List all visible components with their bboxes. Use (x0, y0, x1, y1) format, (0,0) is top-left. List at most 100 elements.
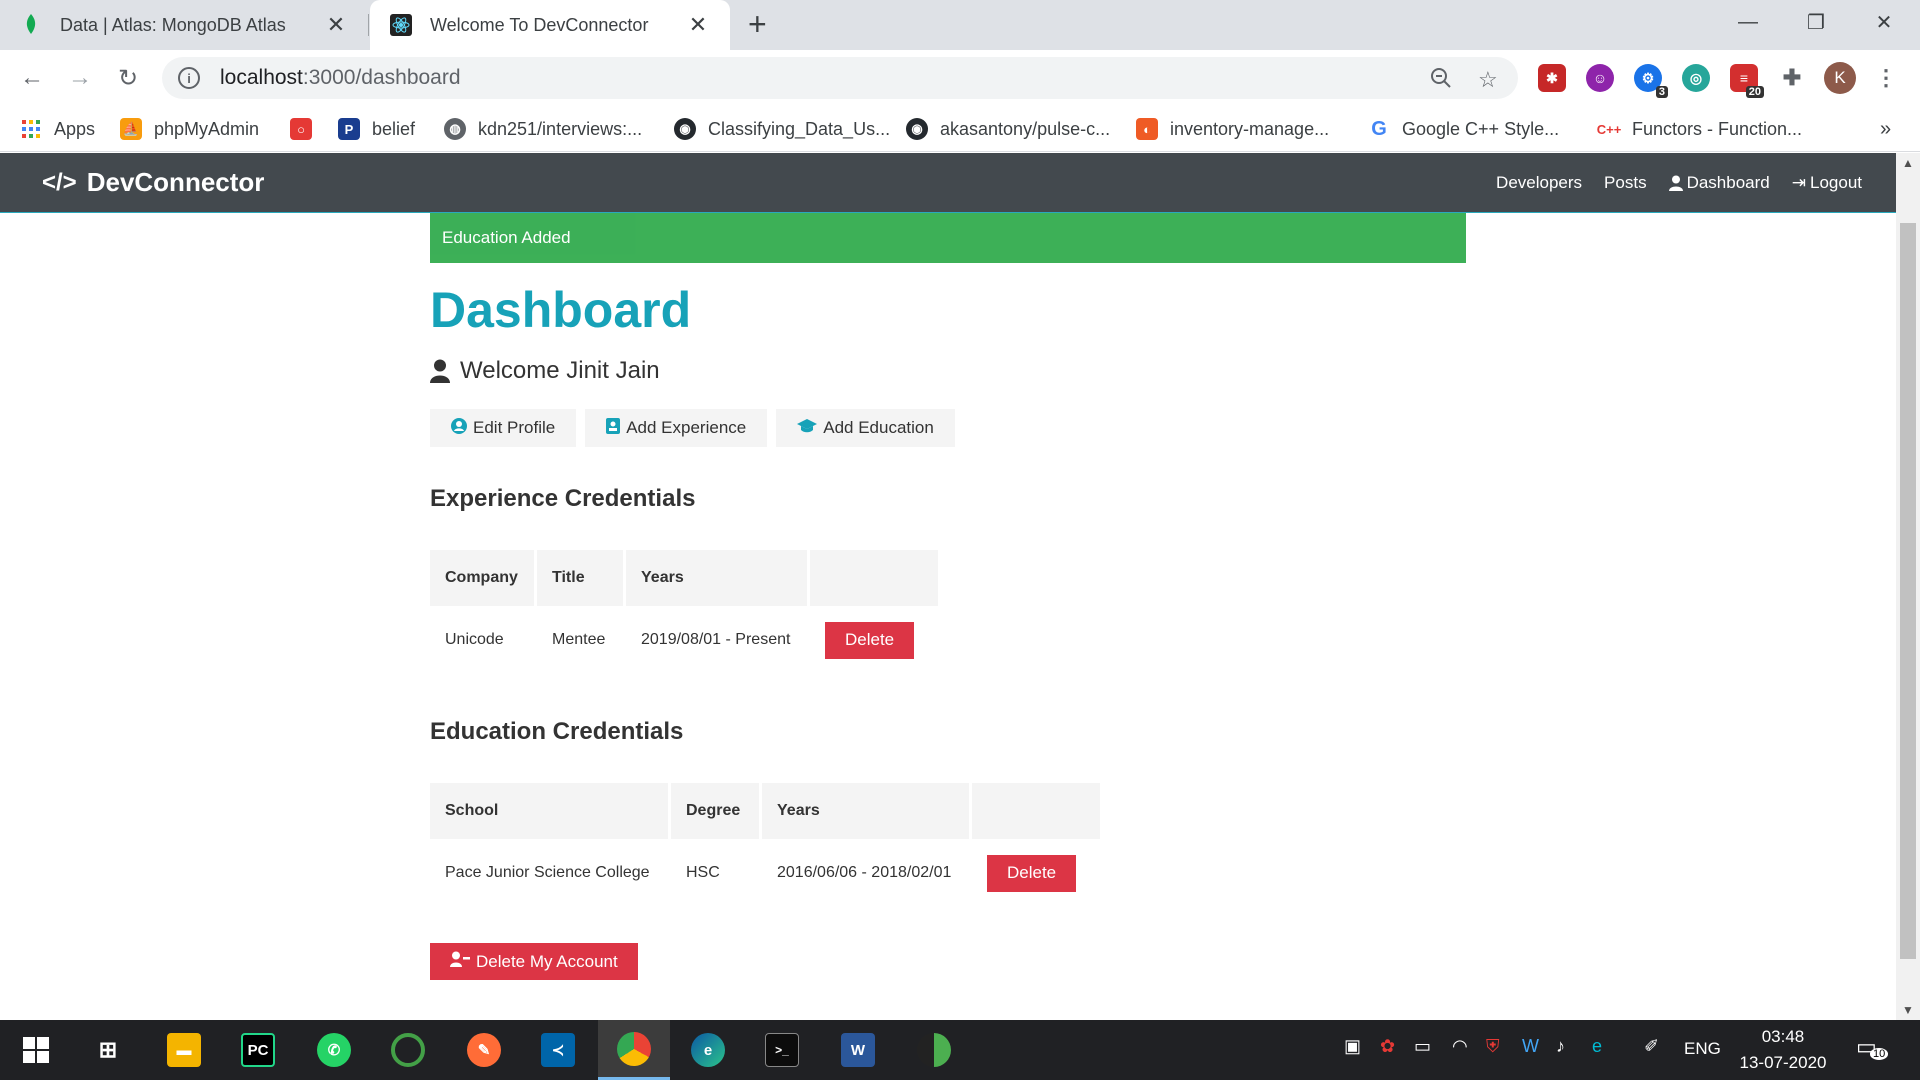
extension-4-icon[interactable]: ◎ (1682, 64, 1710, 92)
tray-w-icon[interactable]: W (1522, 1036, 1539, 1057)
taskbar-pycharm[interactable]: PC (222, 1020, 294, 1080)
language-indicator[interactable]: ENG (1684, 1039, 1721, 1059)
user-circle-icon (451, 417, 467, 439)
edit-profile-button[interactable]: Edit Profile (430, 409, 577, 447)
dashboard-actions: Edit Profile Add Experience Add Educatio… (430, 409, 1466, 447)
add-education-button[interactable]: Add Education (776, 409, 955, 447)
nav-links: Developers Posts Dashboard ⇥ Logout (1496, 173, 1862, 193)
tray-drive-icon[interactable]: ▭ (1414, 1036, 1431, 1057)
bookmark-phpmyadmin[interactable]: ⛵ phpMyAdmin (120, 116, 259, 142)
company-cell: Unicode (445, 631, 504, 648)
taskbar-edge[interactable]: e (672, 1020, 744, 1080)
scrollbar-thumb[interactable] (1900, 223, 1916, 959)
tray-app-icon[interactable]: ▣ (1344, 1036, 1361, 1057)
clock-time: 03:48 (1761, 1027, 1805, 1046)
reload-icon[interactable]: ↻ (112, 62, 144, 94)
taskbar-postman[interactable]: ✎ (448, 1020, 520, 1080)
delete-account-label: Delete My Account (476, 951, 618, 971)
new-tab-icon[interactable]: + (748, 8, 767, 40)
chrome-icon (617, 1031, 651, 1066)
extension-badge: 20 (1745, 86, 1764, 98)
bookmark-functors[interactable]: C++ Functors - Function... (1597, 116, 1802, 142)
add-experience-button[interactable]: Add Experience (585, 409, 768, 447)
bookmark-google-cpp[interactable]: G Google C++ Style... (1368, 116, 1559, 142)
globe-icon: ◍ (444, 118, 466, 140)
terminal-icon: >_ (765, 1033, 799, 1067)
delete-education-button[interactable]: Delete (987, 854, 1077, 892)
taskbar-word[interactable]: W (822, 1020, 894, 1080)
nav-posts[interactable]: Posts (1604, 173, 1647, 193)
bookmark-star-icon[interactable]: ☆ (1478, 67, 1498, 93)
edit-profile-label: Edit Profile (473, 418, 556, 437)
bookmark-inventory[interactable]: ◐ inventory-manage... (1136, 116, 1329, 142)
site-info-icon[interactable]: i (178, 67, 200, 89)
nav-dashboard[interactable]: Dashboard (1668, 173, 1770, 193)
pen-icon[interactable]: ✐ (1644, 1036, 1659, 1057)
close-tab-icon[interactable]: ✕ (686, 12, 710, 38)
notifications-icon[interactable]: ▭ 10 (1856, 1034, 1889, 1060)
profile-avatar[interactable]: K (1824, 62, 1856, 94)
zoom-icon[interactable] (1430, 67, 1452, 95)
brand-logo[interactable]: </> DevConnector (42, 167, 264, 198)
wifi-icon[interactable]: ◠ (1452, 1036, 1468, 1057)
taskbar-chrome-profile[interactable] (898, 1020, 970, 1080)
taskbar-app-ring[interactable] (372, 1020, 444, 1080)
scroll-down-icon[interactable]: ▼ (1896, 1000, 1920, 1020)
url-text[interactable]: localhost:3000/dashboard (220, 66, 461, 90)
extension-badge: 3 (1655, 86, 1668, 98)
bookmark-belief[interactable]: P belief (338, 116, 415, 142)
shield-icon[interactable]: ⛨ (1486, 1036, 1500, 1057)
id-badge-icon (606, 417, 621, 439)
window-close-icon[interactable]: ✕ (1850, 0, 1918, 44)
back-arrow-icon[interactable]: ← (16, 62, 48, 94)
action-cell: Delete (810, 609, 938, 671)
extension-1-icon[interactable]: ✱ (1538, 64, 1566, 92)
school-cell: Pace Junior Science College (445, 864, 650, 881)
nav-logout[interactable]: ⇥ Logout (1792, 173, 1862, 193)
bookmark-oracle[interactable]: ○ (290, 116, 324, 142)
extensions-puzzle-icon[interactable]: ✚ (1778, 64, 1806, 92)
menu-kebab-icon[interactable]: ⋮ (1872, 64, 1900, 92)
taskbar-file-explorer[interactable]: ▬ (148, 1020, 220, 1080)
tab-mongodb-atlas[interactable]: Data | Atlas: MongoDB Atlas ✕ (0, 0, 368, 50)
bookmark-pulse[interactable]: ◉ akasantony/pulse-c... (906, 116, 1110, 142)
phpmyadmin-icon: ⛵ (120, 118, 142, 140)
taskbar-terminal[interactable]: >_ (746, 1020, 818, 1080)
extension-3-icon[interactable]: ⚙ 3 (1634, 64, 1668, 98)
forward-arrow-icon[interactable]: → (64, 62, 96, 94)
address-bar[interactable]: i localhost:3000/dashboard ☆ (162, 57, 1518, 99)
column-header: Degree (671, 783, 759, 839)
github-icon: ◉ (906, 118, 928, 140)
system-clock[interactable]: 03:48 13-07-2020 (1738, 1024, 1828, 1076)
bookmark-kdn251[interactable]: ◍ kdn251/interviews:... (444, 116, 642, 142)
page-scrollbar[interactable]: ▲ ▼ (1896, 153, 1920, 1020)
start-button[interactable] (0, 1020, 72, 1080)
delete-experience-button[interactable]: Delete (825, 621, 915, 659)
close-tab-icon[interactable]: ✕ (324, 12, 348, 38)
extension-2-icon[interactable]: ☺ (1586, 64, 1614, 92)
task-view-button[interactable]: ⊞ (72, 1020, 144, 1080)
bookmark-apps[interactable]: Apps (20, 116, 95, 142)
bookmark-classifying-data[interactable]: ◉ Classifying_Data_Us... (674, 116, 890, 142)
volume-icon[interactable]: ♪ (1556, 1036, 1565, 1057)
tray-e-icon[interactable]: e (1592, 1036, 1602, 1057)
scroll-up-icon[interactable]: ▲ (1896, 153, 1920, 173)
extension-5-icon[interactable]: ≡ 20 (1730, 64, 1764, 98)
bookmarks-overflow-icon[interactable]: » (1880, 116, 1891, 142)
minimize-icon[interactable]: — (1714, 0, 1782, 44)
url-path: :3000/dashboard (302, 66, 461, 89)
taskbar-chrome[interactable] (598, 1020, 670, 1080)
taskbar-vscode[interactable]: ≺ (522, 1020, 594, 1080)
tray-cluster-icon[interactable]: ✿ (1380, 1036, 1395, 1057)
browser-tab-strip: Data | Atlas: MongoDB Atlas ✕ Welcome To… (0, 0, 1920, 50)
taskbar-whatsapp[interactable]: ✆ (298, 1020, 370, 1080)
nav-developers[interactable]: Developers (1496, 173, 1582, 193)
column-header: Years (626, 550, 807, 606)
whatsapp-icon: ✆ (317, 1033, 351, 1067)
tab-devconnector[interactable]: Welcome To DevConnector ✕ (370, 0, 730, 50)
restore-icon[interactable]: ❐ (1782, 0, 1850, 44)
graduation-cap-icon (797, 418, 818, 438)
notification-count: 10 (1870, 1048, 1889, 1060)
delete-account-button[interactable]: Delete My Account (430, 943, 638, 980)
bookmark-label: inventory-manage... (1170, 118, 1330, 139)
